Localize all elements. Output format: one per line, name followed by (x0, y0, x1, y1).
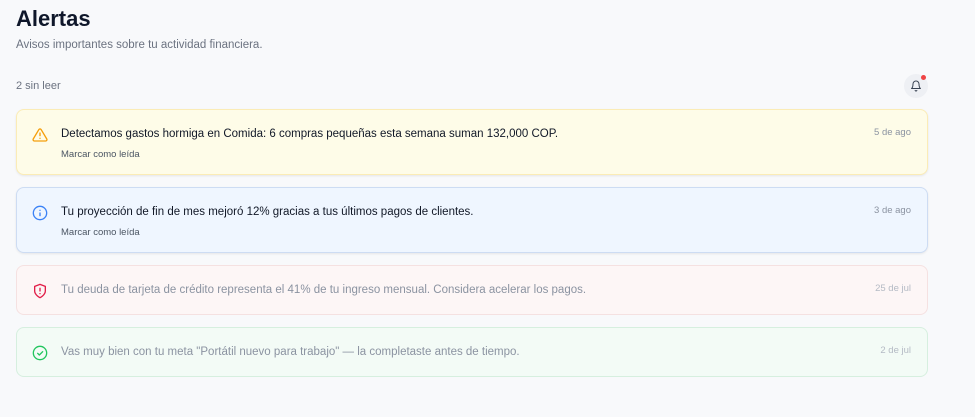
notifications-button[interactable] (904, 74, 928, 98)
warning-triangle-icon (32, 128, 48, 142)
alert-card[interactable]: Tu deuda de tarjeta de crédito represent… (16, 265, 928, 315)
alert-date: 25 de jul (875, 283, 911, 294)
alert-message: Tu proyección de fin de mes mejoró 12% g… (61, 206, 474, 218)
alert-date: 2 de jul (880, 345, 911, 356)
alert-message: Vas muy bien con tu meta "Portátil nuevo… (61, 346, 520, 358)
check-circle-icon (32, 345, 48, 361)
mark-as-read-button[interactable]: Marcar como leída (61, 149, 140, 160)
alert-message: Tu deuda de tarjeta de crédito represent… (61, 284, 587, 296)
info-circle-icon (32, 205, 48, 221)
alert-card[interactable]: Tu proyección de fin de mes mejoró 12% g… (16, 187, 928, 253)
page-subtitle: Avisos importantes sobre tu actividad fi… (16, 39, 263, 51)
mark-as-read-button[interactable]: Marcar como leída (61, 227, 140, 238)
page-title: Alertas (16, 6, 91, 31)
unread-count: 2 sin leer (16, 80, 61, 92)
alert-message: Detectamos gastos hormiga en Comida: 6 c… (61, 128, 559, 140)
unread-dot (921, 75, 926, 80)
alert-date: 5 de ago (874, 127, 911, 138)
alerts-list: Detectamos gastos hormiga en Comida: 6 c… (16, 109, 928, 377)
alert-card[interactable]: Vas muy bien con tu meta "Portátil nuevo… (16, 327, 928, 377)
alert-card[interactable]: Detectamos gastos hormiga en Comida: 6 c… (16, 109, 928, 175)
alerts-toolbar: 2 sin leer (16, 73, 928, 99)
alert-date: 3 de ago (874, 205, 911, 216)
bell-icon (911, 80, 921, 92)
alerts-page: Alertas Avisos importantes sobre tu acti… (16, 0, 928, 389)
shield-alert-icon (34, 283, 46, 299)
